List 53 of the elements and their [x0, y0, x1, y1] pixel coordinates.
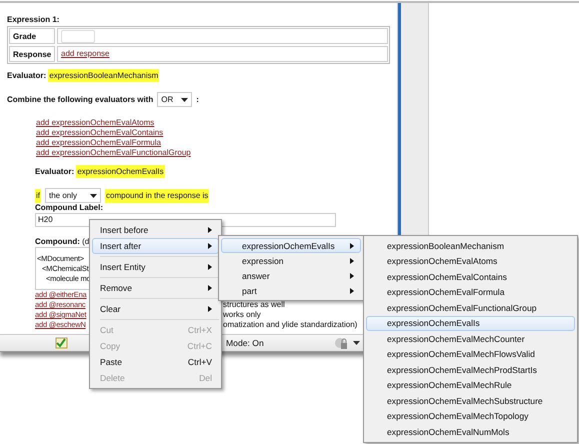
menu-item[interactable]: expressionOchemEvalIs	[221, 238, 361, 253]
grade-field[interactable]	[61, 30, 95, 43]
table-cell: Response	[9, 46, 55, 62]
combine-label: Combine the following evaluators with	[7, 94, 154, 104]
table-cell: Grade	[9, 28, 55, 44]
option-note: omatization and ylide standardization)	[223, 320, 358, 329]
menu-item[interactable]: Clear	[92, 301, 219, 317]
menu-item[interactable]: part	[221, 283, 361, 298]
add-response-link[interactable]: add response	[61, 49, 110, 58]
menu-item[interactable]: expressionOchemEvalMechRule	[366, 378, 575, 393]
lock-icon[interactable]	[334, 336, 348, 350]
evaluator-name: expressionOchemEvalIs	[76, 165, 165, 178]
caret-icon[interactable]	[352, 341, 360, 345]
check-icon[interactable]	[55, 337, 68, 349]
menu-item[interactable]: answer	[221, 268, 361, 283]
menu-item[interactable]: expressionOchemEvalIs	[366, 316, 575, 331]
menu-item[interactable]: expressionOchemEvalContains	[366, 269, 575, 284]
add-evaluator-link[interactable]: add expressionOchemEvalFunctionalGroup	[36, 148, 191, 157]
hint-text: (d	[82, 237, 90, 246]
menu-item[interactable]: expressionOchemEvalNumMols	[366, 424, 575, 440]
menu-item[interactable]: expressionOchemEvalMechTopology	[366, 408, 575, 424]
evaluator-label: Evaluator:	[7, 71, 46, 80]
menu-item[interactable]: expressionOchemEvalMechProdStartIs	[366, 362, 575, 378]
add-evaluator-link[interactable]: add expressionOchemEvalFormula	[36, 138, 161, 147]
evaluator-label: Evaluator:	[35, 167, 74, 176]
menu-item[interactable]: expressionOchemEvalMechCounter	[366, 331, 575, 346]
menu-item[interactable]: expressionOchemEvalMechSubstructure	[366, 393, 575, 408]
colon-text: :	[196, 94, 199, 104]
caret-icon	[90, 194, 97, 198]
evaluator-name: expressionBooleanMechanism	[48, 69, 160, 82]
field-label: Compound:	[35, 237, 80, 246]
menu-item[interactable]: expressionOchemEvalAtoms	[366, 254, 575, 269]
option-note: works only	[223, 310, 261, 319]
mode-status: Mode: On	[226, 338, 264, 348]
menu-item[interactable]: expressionOchemEvalFormula	[366, 284, 575, 300]
condition-text: compound in the response is	[105, 188, 210, 202]
menu-item[interactable]: Remove	[92, 280, 219, 296]
caret-icon	[181, 98, 188, 102]
operator-select[interactable]: OR	[157, 92, 192, 107]
section-title: Expression 1:	[7, 15, 60, 25]
menu-item[interactable]: expressionOchemEvalFunctionalGroup	[366, 300, 575, 316]
if-text: if	[35, 188, 41, 202]
condition-select[interactable]: the only	[45, 188, 101, 203]
menu-item[interactable]: expression	[221, 253, 361, 268]
menu-item[interactable]: Insert after	[92, 238, 219, 254]
menu-item[interactable]: expressionBooleanMechanism	[366, 238, 575, 254]
add-evaluator-link[interactable]: add expressionOchemEvalContains	[36, 128, 164, 137]
option-note: structures as well	[223, 300, 285, 309]
add-evaluator-link[interactable]: add expressionOchemEvalAtoms	[36, 118, 154, 127]
menu-item[interactable]: Paste Ctrl+V	[92, 354, 219, 370]
menu-item[interactable]: expressionOchemEvalMechFlowsValid	[366, 346, 575, 362]
menu-item[interactable]: Insert Entity	[92, 259, 219, 275]
field-label: Compound Label:	[35, 203, 104, 213]
